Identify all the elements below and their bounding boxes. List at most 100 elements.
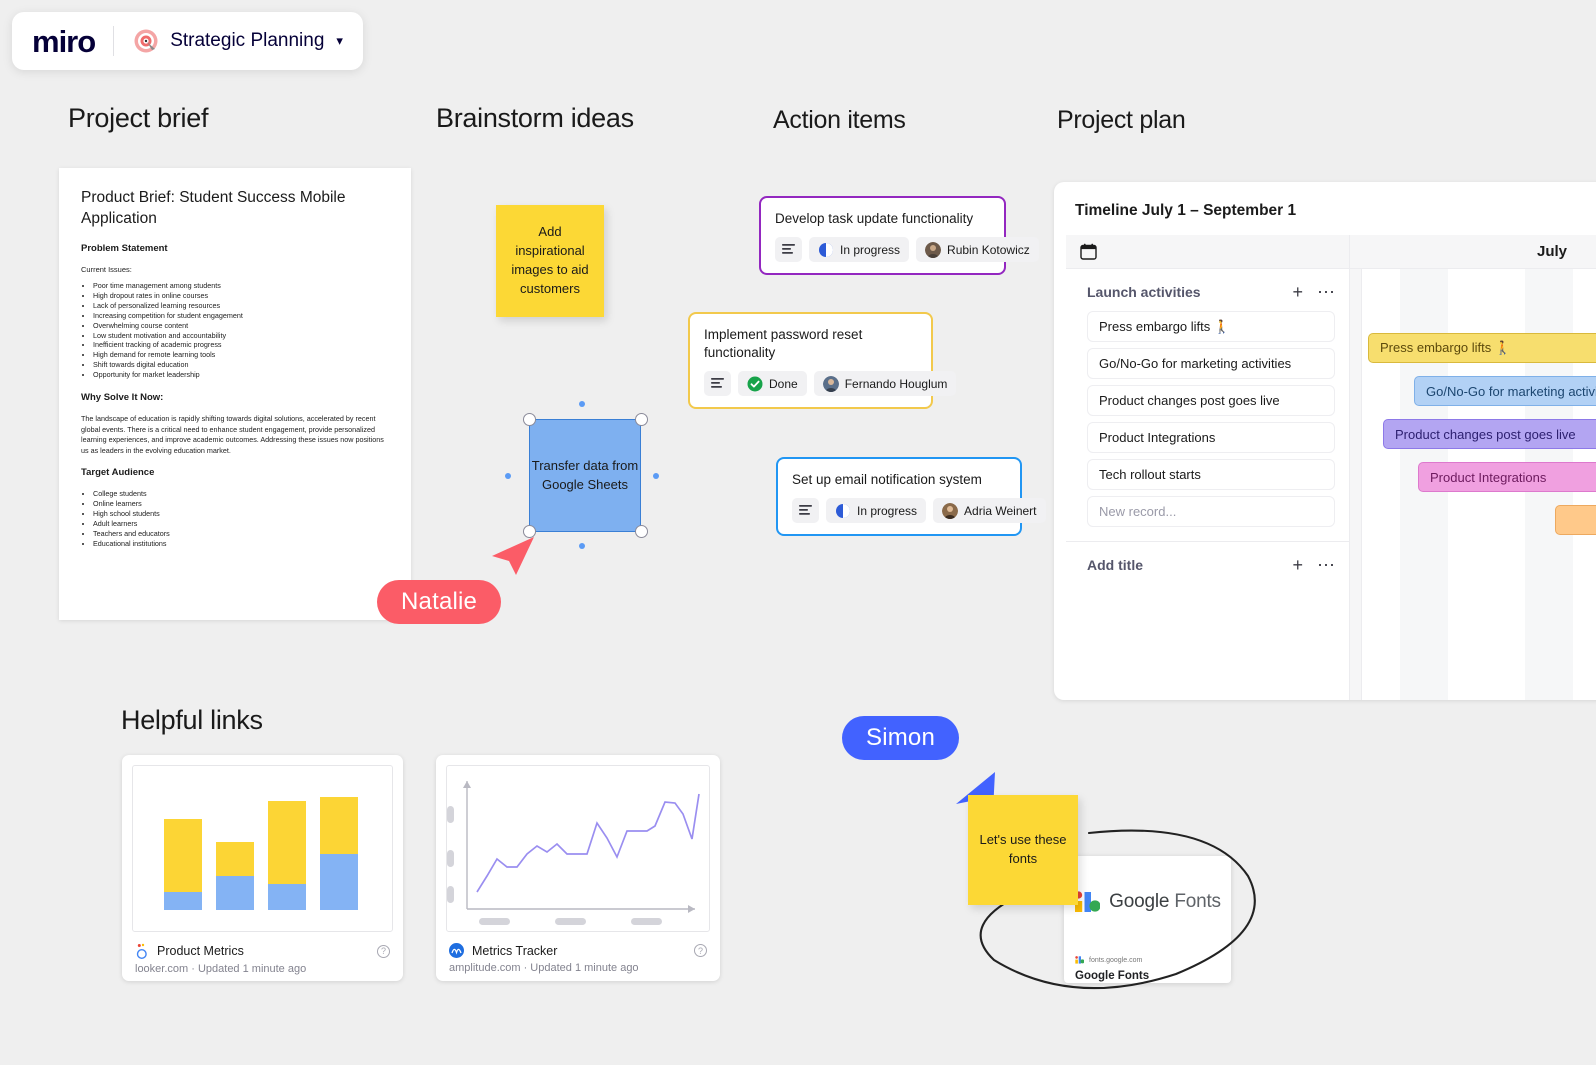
amplitude-icon <box>449 943 464 958</box>
project-plan-timeline[interactable]: Timeline July 1 – September 1 Launch act… <box>1054 182 1596 700</box>
assignee-label: Fernando Houglum <box>844 376 948 391</box>
gf-word-google: Google <box>1109 891 1170 912</box>
google-fonts-favicon-icon <box>1075 956 1084 964</box>
task-meta: In progress Adria Weinert <box>792 498 1046 524</box>
avatar <box>925 241 942 258</box>
record-row[interactable]: Product Integrations <box>1087 422 1335 453</box>
status-badge[interactable]: In progress <box>809 237 910 263</box>
list-item: Online learners <box>93 499 389 509</box>
plan-title: Timeline July 1 – September 1 <box>1075 202 1297 219</box>
gantt-body[interactable]: Press embargo lifts 🚶 Go/No-Go for marke… <box>1350 269 1596 700</box>
project-brief-document[interactable]: Product Brief: Student Success Mobile Ap… <box>59 168 411 620</box>
link-card-product-metrics[interactable]: Product Metrics ? looker.com · Updated 1… <box>122 755 403 981</box>
list-item: High school students <box>93 509 389 519</box>
connector-dot-top[interactable] <box>579 401 585 407</box>
list-item: High dropout rates in online courses <box>93 291 389 301</box>
list-item: Overwhelming course content <box>93 321 389 331</box>
plus-icon[interactable]: + <box>1292 283 1303 301</box>
gantt-bar-go-no-go[interactable]: Go/No-Go for marketing activities <box>1414 376 1596 406</box>
target-icon <box>132 27 160 55</box>
link-meta: Metrics Tracker ? <box>446 943 710 958</box>
group-title[interactable]: Add title <box>1087 557 1278 573</box>
list-item: College students <box>93 489 389 499</box>
looker-icon <box>136 943 147 959</box>
list-item: Shift towards digital education <box>93 360 389 370</box>
assignee-chip[interactable]: Fernando Houglum <box>813 371 957 397</box>
doc-paragraph: The landscape of education is rapidly sh… <box>81 414 384 455</box>
new-record-input[interactable]: New record... <box>1087 496 1335 527</box>
section-heading-project-plan: Project plan <box>1057 106 1186 134</box>
doc-section-why-now: Why Solve It Now: <box>81 392 164 404</box>
plan-left-header <box>1066 235 1349 269</box>
record-row[interactable]: Tech rollout starts <box>1087 459 1335 490</box>
chevron-down-icon[interactable]: ▾ <box>336 33 343 49</box>
description-icon[interactable] <box>704 371 731 397</box>
question-icon[interactable]: ? <box>694 944 707 957</box>
sticky-note-fonts[interactable]: Let's use these fonts <box>968 795 1078 905</box>
assignee-chip[interactable]: Rubin Kotowicz <box>916 237 1039 263</box>
status-label: In progress <box>840 242 901 257</box>
gantt-bar-product-integrations[interactable]: Product Integrations <box>1418 462 1596 492</box>
more-icon[interactable]: ⋯ <box>1317 283 1335 301</box>
task-card-password-reset[interactable]: Implement password reset functionality D… <box>688 312 957 410</box>
connector-dot-bottom[interactable] <box>579 543 585 549</box>
record-row[interactable]: Go/No-Go for marketing activities <box>1087 348 1335 379</box>
shape-transfer-data[interactable]: Transfer data from Google Sheets <box>529 419 641 532</box>
doc-audience-list: College students Online learners High sc… <box>93 489 389 549</box>
gantt-bar-tech-rollout[interactable] <box>1555 505 1596 535</box>
group-header-add-title: Add title + ⋯ <box>1066 542 1349 584</box>
resize-handle-tl[interactable] <box>523 413 536 426</box>
miro-logo[interactable]: miro <box>32 26 96 57</box>
task-card-email-notification[interactable]: Set up email notification system In prog… <box>776 457 1046 537</box>
more-icon[interactable]: ⋯ <box>1317 556 1335 574</box>
calendar-icon <box>1080 243 1097 260</box>
link-subtitle: amplitude.com · Updated 1 minute ago <box>449 962 639 974</box>
record-row[interactable]: Product changes post goes live <box>1087 385 1335 416</box>
list-item: Increasing competition for student engag… <box>93 311 389 321</box>
line-chart-thumbnail <box>446 765 710 932</box>
cursor-label-natalie: Natalie <box>377 580 502 624</box>
status-badge[interactable]: In progress <box>826 498 927 524</box>
avatar <box>942 502 959 519</box>
list-item: Lack of personalized learning resources <box>93 301 389 311</box>
link-card-metrics-tracker[interactable]: Metrics Tracker ? amplitude.com · Update… <box>436 755 720 981</box>
link-subtitle: looker.com · Updated 1 minute ago <box>135 963 307 975</box>
resize-handle-br[interactable] <box>635 525 648 538</box>
task-meta: Done Fernando Houglum <box>704 371 957 397</box>
google-fonts-wordmark: Google Fonts <box>1109 891 1221 913</box>
board-title[interactable]: Strategic Planning <box>170 30 324 52</box>
month-header: July <box>1350 235 1596 269</box>
question-icon[interactable]: ? <box>377 944 390 958</box>
connector-dot-right[interactable] <box>653 473 659 479</box>
doc-issues-list: Poor time management among students High… <box>93 281 389 380</box>
status-badge[interactable]: Done <box>738 371 807 397</box>
doc-section-problem: Problem Statement <box>81 242 168 254</box>
link-title[interactable]: Product Metrics <box>157 944 377 958</box>
section-heading-helpful-links: Helpful links <box>121 705 263 735</box>
assignee-label: Adria Weinert <box>964 503 1037 518</box>
task-card-develop-task-update[interactable]: Develop task update functionality In pro… <box>759 196 1039 276</box>
google-fonts-embed-card[interactable]: Google Fonts fonts.google.com Google Fon… <box>1064 856 1231 983</box>
assignee-label: Rubin Kotowicz <box>947 242 1030 257</box>
doc-sub-current-issues: Current Issues: <box>81 264 132 274</box>
sticky-note-inspirational[interactable]: Add inspirational images to aid customer… <box>496 205 604 317</box>
google-fonts-logo-icon <box>1075 891 1101 912</box>
connector-dot-left[interactable] <box>505 473 511 479</box>
description-icon[interactable] <box>775 237 802 263</box>
section-heading-brainstorm-ideas: Brainstorm ideas <box>436 103 634 133</box>
board-toolbar: miro Strategic Planning ▾ <box>12 12 363 70</box>
group-title: Launch activities <box>1087 284 1201 300</box>
gantt-bar-press-embargo[interactable]: Press embargo lifts 🚶 <box>1368 333 1596 363</box>
status-label: Done <box>769 376 798 391</box>
list-item: Teachers and educators <box>93 529 389 539</box>
plus-icon[interactable]: + <box>1292 556 1303 574</box>
line-chart <box>447 781 700 925</box>
resize-handle-tr[interactable] <box>635 413 648 426</box>
gantt-bar-product-changes[interactable]: Product changes post goes live <box>1383 419 1596 449</box>
record-row[interactable]: Press embargo lifts 🚶 <box>1087 311 1335 342</box>
bar-chart <box>164 797 358 910</box>
assignee-chip[interactable]: Adria Weinert <box>933 498 1046 524</box>
plan-gantt-column: July Press embargo lifts 🚶 Go/No-Go for … <box>1350 235 1596 700</box>
link-title[interactable]: Metrics Tracker <box>472 944 694 958</box>
description-icon[interactable] <box>792 498 819 524</box>
